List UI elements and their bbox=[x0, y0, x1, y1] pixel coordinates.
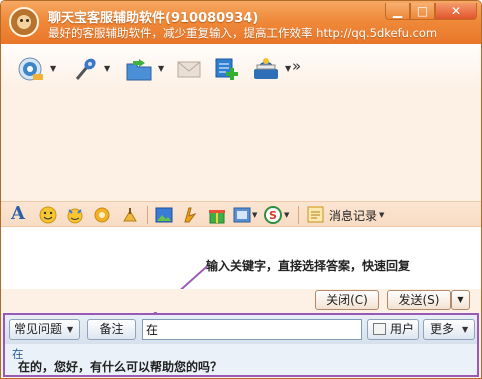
chevron-down-icon[interactable]: ▼ bbox=[284, 211, 289, 219]
file-transfer-tool[interactable]: ▼ bbox=[123, 55, 164, 83]
chevron-down-icon[interactable]: ▼ bbox=[252, 211, 257, 219]
shake-window-icon[interactable] bbox=[93, 206, 111, 224]
note-button[interactable]: 备注 bbox=[87, 319, 136, 340]
voice-message-icon[interactable] bbox=[121, 206, 139, 224]
folder-transfer-icon bbox=[126, 59, 152, 81]
video-call-tool[interactable]: ▼ bbox=[15, 55, 56, 83]
chevron-down-icon[interactable]: ▼ bbox=[50, 64, 56, 73]
mail-icon bbox=[177, 61, 201, 78]
minimize-button[interactable]: ▁ bbox=[385, 3, 410, 20]
monkey-logo-icon bbox=[9, 7, 39, 37]
more-label: 更多 bbox=[430, 322, 455, 336]
screenshot-icon[interactable] bbox=[181, 206, 199, 224]
more-button[interactable]: 更多 ▼ bbox=[423, 319, 475, 340]
remote-assist-icon bbox=[254, 58, 278, 79]
font-icon[interactable]: A bbox=[11, 203, 25, 224]
title-bar[interactable]: 聊天宝客服辅助软件(910080934) 最好的客服辅助软件，减少重复输入，提高… bbox=[1, 1, 481, 44]
more-tools-chevron-icon[interactable]: » bbox=[292, 57, 301, 75]
message-input-area[interactable]: 输入关键字，直接选择答案，快速回复 bbox=[1, 227, 481, 289]
message-history-button[interactable]: 消息记录 ▼ bbox=[307, 205, 393, 225]
svg-text:S: S bbox=[269, 209, 277, 222]
chat-toolbar: ▼ ▼ ▼ ▼ » bbox=[1, 44, 481, 92]
close-window-button[interactable]: ✕ bbox=[435, 3, 477, 20]
user-label: 用户 bbox=[390, 322, 415, 336]
add-document-icon bbox=[215, 58, 238, 80]
common-questions-button[interactable]: 常见问题 ▼ bbox=[9, 319, 80, 340]
remote-assist-tool[interactable]: ▼ bbox=[250, 55, 291, 83]
close-button[interactable]: 关闭(C) bbox=[315, 290, 379, 310]
common-questions-label: 常见问题 bbox=[14, 322, 63, 336]
send-options-chevron-icon[interactable]: ▼ bbox=[451, 290, 470, 310]
quick-reply-item[interactable]: 在的，您好，有什么可以帮助您的吗？ bbox=[18, 358, 222, 375]
send-button[interactable]: 发送(S) bbox=[387, 290, 451, 310]
gift-icon[interactable] bbox=[208, 206, 226, 224]
history-label: 消息记录 bbox=[329, 209, 378, 223]
annotation-hint: 输入关键字，直接选择答案，快速回复 bbox=[206, 259, 411, 273]
music-s-icon[interactable]: S bbox=[264, 206, 282, 224]
window-subtitle: 最好的客服辅助软件，减少重复输入，提高工作效率 http://qq.5dkefu… bbox=[48, 26, 438, 40]
chevron-down-icon[interactable]: ▼ bbox=[285, 64, 291, 73]
send-button-row: 关闭(C) 发送(S) ▼ bbox=[1, 289, 481, 312]
chevron-down-icon: ▼ bbox=[67, 325, 74, 334]
magic-emoji-icon[interactable] bbox=[66, 206, 84, 224]
voice-tool[interactable]: ▼ bbox=[69, 55, 110, 83]
window-title: 聊天宝客服辅助软件(910080934) bbox=[48, 11, 259, 26]
chevron-down-icon: ▼ bbox=[379, 211, 385, 219]
quick-reply-panel: 常见问题 ▼ 备注 用户 更多 ▼ 在 在的，您好，有什么可以帮助您的吗？ bbox=[3, 313, 479, 377]
user-button[interactable]: 用户 bbox=[367, 319, 419, 340]
chevron-down-icon[interactable]: ▼ bbox=[158, 64, 164, 73]
keyword-search-input[interactable] bbox=[142, 319, 362, 340]
send-mail-tool[interactable] bbox=[173, 55, 207, 83]
chevron-down-icon[interactable]: ▼ bbox=[104, 64, 110, 73]
image-icon[interactable] bbox=[155, 206, 173, 224]
quick-reply-toolbar: 常见问题 ▼ 备注 用户 更多 ▼ bbox=[5, 315, 477, 344]
history-icon bbox=[307, 206, 324, 223]
create-note-tool[interactable] bbox=[211, 55, 245, 83]
message-display[interactable] bbox=[1, 92, 481, 201]
picture-frame-icon[interactable] bbox=[233, 206, 251, 224]
chevron-down-icon: ▼ bbox=[462, 325, 469, 334]
chat-window: 聊天宝客服辅助软件(910080934) 最好的客服辅助软件，减少重复输入，提高… bbox=[0, 0, 482, 379]
maximize-button[interactable]: □ bbox=[410, 3, 435, 20]
user-card-icon bbox=[373, 323, 386, 335]
emoji-icon[interactable] bbox=[39, 206, 57, 224]
microphone-icon bbox=[75, 58, 96, 80]
format-toolbar: A ▼ S ▼ 消息记录 ▼ bbox=[1, 201, 481, 227]
qq-avatar-icon bbox=[18, 57, 43, 81]
